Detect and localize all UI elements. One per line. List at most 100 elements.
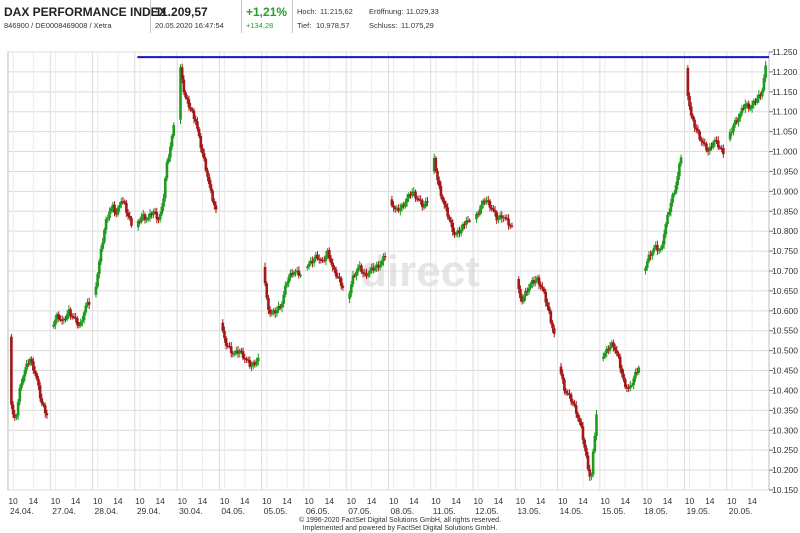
candle-body — [16, 401, 20, 416]
candle-body — [196, 121, 199, 129]
candle-body — [755, 98, 759, 103]
candle-body — [356, 267, 360, 272]
candle-body — [492, 208, 495, 211]
candle-body — [333, 267, 336, 270]
candle-body — [451, 222, 455, 232]
candle-body — [426, 201, 429, 203]
candle-body — [202, 153, 206, 159]
candle-body — [84, 305, 88, 313]
candle-body — [612, 342, 615, 348]
x-hour-label: 14 — [325, 496, 335, 506]
candle-body — [76, 318, 79, 325]
instrument-cell: DAX PERFORMANCE INDEX 846900 / DE0008469… — [0, 0, 167, 33]
candle-body — [573, 403, 576, 406]
x-hour-label: 14 — [705, 496, 715, 506]
watermark-text: direct — [360, 247, 480, 296]
candle-body — [118, 204, 121, 208]
candle-body — [544, 291, 548, 303]
candle-body — [87, 302, 91, 305]
candle-body — [686, 67, 690, 96]
candle-body — [380, 261, 384, 265]
x-hour-label: 10 — [600, 496, 610, 506]
candle-body — [360, 265, 363, 273]
candle-body — [664, 224, 668, 235]
candle-body — [537, 277, 541, 285]
candle-body — [691, 115, 695, 120]
candle-body — [126, 212, 130, 216]
candle-body — [676, 176, 679, 186]
candle-body — [705, 143, 708, 151]
y-tick-label: 10.200 — [772, 465, 798, 475]
candle-body — [737, 118, 740, 123]
candle-body — [143, 214, 147, 220]
candle-body — [459, 229, 463, 234]
x-hour-label: 14 — [536, 496, 546, 506]
candle-body — [547, 306, 551, 312]
x-hour-label: 14 — [240, 496, 250, 506]
candle-body — [493, 210, 497, 213]
candle-body — [147, 217, 150, 220]
candle-body — [711, 142, 715, 148]
candle-body — [576, 413, 580, 418]
candle-body — [497, 218, 500, 221]
y-tick-label: 10.450 — [772, 366, 798, 376]
candle-body — [510, 225, 514, 227]
candle-body — [329, 258, 333, 263]
candle-body — [125, 202, 128, 213]
candle-body — [38, 385, 42, 399]
candle-body — [199, 136, 203, 148]
candle-body — [158, 214, 162, 220]
candle-body — [728, 132, 732, 140]
x-hour-label: 14 — [663, 496, 673, 506]
y-tick-label: 10.300 — [772, 425, 798, 435]
candle-body — [189, 107, 192, 110]
x-hour-label: 10 — [516, 496, 526, 506]
candle-body — [351, 275, 355, 285]
candle-body — [355, 271, 358, 276]
candle-body — [630, 384, 634, 387]
x-date-label: 20.05. — [729, 506, 753, 516]
candle-body — [211, 190, 214, 201]
candle-body — [306, 266, 309, 268]
x-hour-label: 10 — [220, 496, 230, 506]
y-tick-label: 11.100 — [772, 107, 798, 117]
candle-body — [287, 277, 291, 283]
low-label: Tief: — [297, 21, 312, 30]
candle-body — [615, 350, 619, 354]
candle-body — [666, 214, 669, 225]
candle-body — [267, 297, 270, 310]
candle-body — [701, 141, 705, 143]
candle-body — [128, 215, 132, 218]
x-date-label: 28.04. — [95, 506, 119, 516]
candle-body — [21, 376, 25, 384]
x-hour-label: 14 — [451, 496, 461, 506]
powered-by-line: Implemented and powered by FactSet Digit… — [302, 525, 498, 532]
open-label: Eröffnung: — [369, 7, 404, 16]
candle-body — [674, 185, 678, 193]
candle-body — [224, 338, 228, 346]
price-datetime: 20.05.2020 16:47:54 — [155, 21, 224, 30]
candle-body — [478, 209, 482, 215]
candle-body — [324, 255, 328, 261]
candle-body — [662, 234, 666, 245]
change-absolute: +134,28 — [246, 21, 274, 30]
candle-body — [307, 263, 311, 267]
candle-body — [651, 251, 654, 257]
high-label: Hoch: — [297, 7, 317, 16]
candle-body — [191, 109, 194, 112]
candle-body — [574, 405, 578, 414]
y-tick-label: 10.700 — [772, 266, 798, 276]
candle-body — [32, 361, 35, 371]
candle-body — [383, 256, 387, 258]
candle-body — [43, 405, 47, 414]
candle-body — [437, 180, 441, 186]
candle-body — [30, 358, 33, 362]
y-tick-label: 11.150 — [772, 87, 798, 97]
x-hour-label: 10 — [304, 496, 314, 506]
x-hour-label: 10 — [558, 496, 568, 506]
x-axis: 10 1424.04.10 1427.04.10 1428.04.10 1429.04.… — [8, 496, 757, 516]
candle-body — [637, 367, 641, 373]
candle-body — [480, 204, 483, 210]
candle-body — [449, 219, 453, 223]
candle-body — [656, 244, 659, 251]
